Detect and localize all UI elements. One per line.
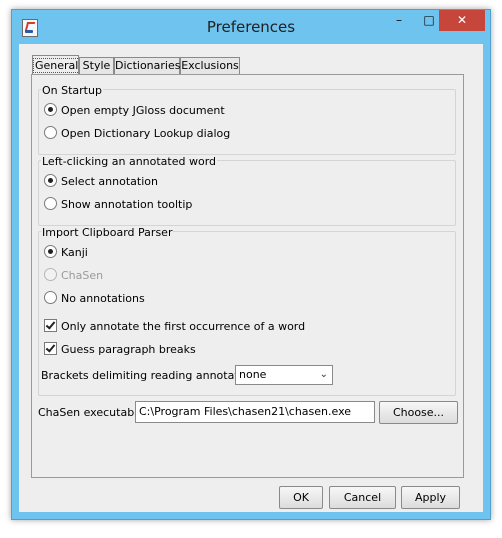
radio-button-icon bbox=[44, 268, 57, 281]
general-tab-panel: On Startup Open empty JGloss document Op… bbox=[31, 74, 464, 478]
chevron-down-icon: ⌄ bbox=[319, 369, 328, 380]
checkbox-guess-paragraph-breaks[interactable]: Guess paragraph breaks bbox=[44, 342, 196, 358]
on-startup-group: On Startup Open empty JGloss document Op… bbox=[38, 84, 456, 155]
radio-select-annotation[interactable]: Select annotation bbox=[44, 174, 158, 190]
radio-chasen[interactable]: ChaSen bbox=[44, 268, 103, 284]
apply-button[interactable]: Apply bbox=[401, 486, 460, 509]
dialog-client: General Style Dictionaries Exclusions On… bbox=[19, 44, 483, 512]
tab-general[interactable]: General bbox=[32, 55, 81, 75]
minimize-icon[interactable]: – bbox=[385, 10, 413, 31]
checkbox-first-occurrence[interactable]: Only annotate the first occurrence of a … bbox=[44, 319, 305, 335]
radio-open-dictionary-lookup[interactable]: Open Dictionary Lookup dialog bbox=[44, 126, 230, 142]
tab-exclusions[interactable]: Exclusions bbox=[180, 57, 240, 74]
on-startup-title: On Startup bbox=[41, 84, 103, 97]
radio-show-annotation-tooltip[interactable]: Show annotation tooltip bbox=[44, 197, 192, 213]
radio-button-icon bbox=[44, 291, 57, 304]
radio-button-icon bbox=[44, 126, 57, 139]
radio-open-empty-document[interactable]: Open empty JGloss document bbox=[44, 103, 225, 119]
checkbox-icon bbox=[44, 342, 57, 355]
clipboard-parser-title: Import Clipboard Parser bbox=[41, 226, 174, 239]
checkbox-icon bbox=[44, 319, 57, 332]
close-icon[interactable]: ✕ bbox=[439, 10, 485, 31]
brackets-label: Brackets delimiting reading annotations: bbox=[41, 369, 265, 382]
title-bar: Preferences – □ ✕ bbox=[12, 10, 490, 44]
preferences-window: Preferences – □ ✕ General Style Dictiona… bbox=[11, 9, 491, 520]
left-click-title: Left-clicking an annotated word bbox=[41, 155, 218, 168]
tab-dictionaries[interactable]: Dictionaries bbox=[114, 57, 180, 74]
radio-button-icon bbox=[44, 174, 57, 187]
cancel-button[interactable]: Cancel bbox=[329, 486, 396, 509]
ok-button[interactable]: OK bbox=[279, 486, 323, 509]
brackets-dropdown[interactable]: none ⌄ bbox=[235, 365, 333, 385]
clipboard-parser-group: Import Clipboard Parser Kanji ChaSen No … bbox=[38, 226, 456, 396]
radio-button-icon bbox=[44, 245, 57, 258]
chasen-executable-field[interactable]: C:\Program Files\chasen21\chasen.exe bbox=[135, 401, 375, 423]
chasen-executable-label: ChaSen executable: bbox=[38, 406, 148, 419]
radio-button-icon bbox=[44, 103, 57, 116]
tab-style[interactable]: Style bbox=[79, 57, 114, 74]
left-click-group: Left-clicking an annotated word Select a… bbox=[38, 155, 456, 226]
choose-button[interactable]: Choose... bbox=[379, 401, 458, 424]
radio-button-icon bbox=[44, 197, 57, 210]
radio-no-annotations[interactable]: No annotations bbox=[44, 291, 145, 307]
radio-kanji[interactable]: Kanji bbox=[44, 245, 88, 261]
